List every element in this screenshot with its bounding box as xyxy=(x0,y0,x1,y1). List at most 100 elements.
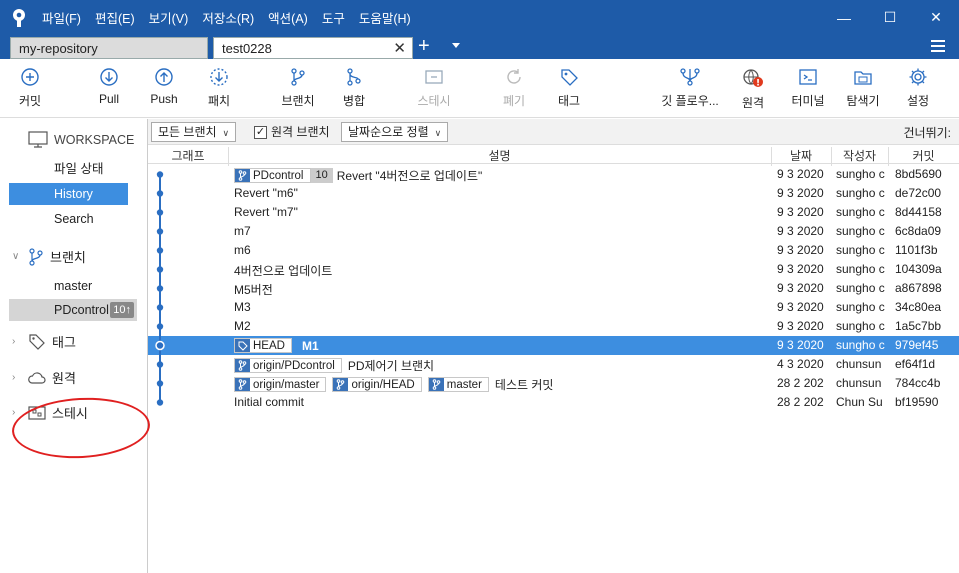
column-header-date[interactable]: 날짜 xyxy=(771,147,831,164)
sort-order-dropdown[interactable]: 날짜순으로 정렬 ∨ xyxy=(341,122,449,142)
menu-view[interactable]: 보기(V) xyxy=(149,8,189,27)
sidebar-item-history[interactable]: History xyxy=(9,183,128,205)
remote-button[interactable]: ! 원격 xyxy=(723,67,783,111)
stashes-label: 스테시 xyxy=(52,406,88,421)
branch-ref-badge[interactable]: master xyxy=(427,377,489,392)
tag-icon xyxy=(561,69,578,86)
terminal-button[interactable]: 터미널 xyxy=(778,67,838,109)
commit-list-header: 그래프 설명 날짜 작성자 커밋 xyxy=(148,145,959,166)
tag-icon xyxy=(29,333,45,350)
commit-row[interactable]: M2 9 3 2020 sungho c 1a5c7bb xyxy=(148,317,959,336)
menu-file[interactable]: 파일(F) xyxy=(42,8,81,27)
commit-row[interactable]: Revert "m7" 9 3 2020 sungho c 8d44158 xyxy=(148,203,959,222)
commit-row[interactable]: M3 9 3 2020 sungho c 34c80ea xyxy=(148,298,959,317)
column-header-graph[interactable]: 그래프 xyxy=(148,147,228,164)
sidebar-branch-pdcontrol[interactable]: PDcontrol 10↑ xyxy=(9,299,137,321)
menu-repository[interactable]: 저장소(R) xyxy=(202,8,254,27)
folder-explorer-icon xyxy=(854,71,872,85)
pull-button[interactable]: Pull xyxy=(79,67,139,106)
stash-button[interactable]: 스테시 xyxy=(404,67,464,109)
tab-bar: my-repository test0228 ✕ + xyxy=(0,35,959,59)
commit-date: 9 3 2020 xyxy=(777,319,824,333)
commit-row[interactable]: 4버전으로 업데이트 9 3 2020 sungho c 104309a xyxy=(148,260,959,279)
branch-icon xyxy=(333,378,349,391)
sidebar-group-branches[interactable]: ∨ 브랜치 xyxy=(12,247,86,266)
settings-button[interactable]: 설정 xyxy=(888,67,948,109)
column-header-description[interactable]: 설명 xyxy=(228,147,771,164)
sidebar-group-remotes[interactable]: › 원격 xyxy=(12,368,76,387)
explorer-button[interactable]: 탐색기 xyxy=(833,67,893,109)
new-tab-plus-icon[interactable]: + xyxy=(418,35,430,57)
maximize-button[interactable]: ☐ xyxy=(867,0,913,35)
remote-branches-checkbox[interactable]: ✓ 원격 브랜치 xyxy=(254,122,330,142)
commit-row[interactable]: m6 9 3 2020 sungho c 1101f3b xyxy=(148,241,959,260)
commit-hash: 979ef45 xyxy=(895,338,939,352)
column-header-author[interactable]: 작성자 xyxy=(831,147,888,164)
tag-button[interactable]: 태그 xyxy=(539,67,599,109)
commit-description: origin/PDcontrol PD제어기 브랜치 xyxy=(234,357,434,374)
minimize-button[interactable]: — xyxy=(821,0,867,35)
fetch-button[interactable]: 패치 xyxy=(189,67,249,109)
remotes-label: 원격 xyxy=(52,371,76,386)
commit-author: sungho c xyxy=(836,338,885,352)
sourcetree-logo-icon xyxy=(10,8,28,28)
tags-label: 태그 xyxy=(52,335,76,350)
commit-message: Initial commit xyxy=(234,395,305,409)
push-button[interactable]: Push xyxy=(134,67,194,106)
commit-hash: 104309a xyxy=(895,262,942,276)
close-tab-icon[interactable]: ✕ xyxy=(393,39,406,57)
git-flow-button[interactable]: 깃 플로우... xyxy=(660,67,720,109)
branch-ref-badge[interactable]: origin/master xyxy=(234,377,327,392)
commit-row[interactable]: origin/master origin/HEAD master 테스트 커밋 28 2… xyxy=(148,374,959,393)
commit-row[interactable]: HEAD M1 9 3 2020 sungho c 979ef45 xyxy=(148,336,959,355)
menu-help[interactable]: 도움말(H) xyxy=(359,8,411,27)
branch-ref-badge[interactable]: origin/PDcontrol xyxy=(234,358,342,373)
commit-description: Revert "m6" xyxy=(234,186,298,200)
branch-label: 브랜치 xyxy=(281,94,315,108)
branch-ref-badge[interactable]: origin/HEAD xyxy=(332,377,422,392)
discard-refresh-icon xyxy=(507,69,521,84)
fetch-label: 패치 xyxy=(207,94,231,108)
commit-message: PD제어기 브랜치 xyxy=(347,359,435,373)
sidebar-branch-master[interactable]: master xyxy=(9,275,137,297)
menu-edit[interactable]: 편집(E) xyxy=(95,8,135,27)
branch-button[interactable]: 브랜치 xyxy=(268,67,328,109)
commit-button[interactable]: 커밋 xyxy=(0,67,60,109)
column-header-commit[interactable]: 커밋 xyxy=(888,147,959,164)
tab-my-repository[interactable]: my-repository xyxy=(10,37,208,59)
commit-date: 9 3 2020 xyxy=(777,300,824,314)
commit-description: origin/master origin/HEAD master 테스트 커밋 xyxy=(234,376,553,393)
commit-description: m6 xyxy=(234,243,251,257)
menu-tools[interactable]: 도구 xyxy=(322,8,345,27)
hamburger-menu-icon[interactable] xyxy=(931,40,945,55)
tag-label: 태그 xyxy=(557,94,581,108)
tab-list-chevron-down-icon[interactable] xyxy=(452,43,460,48)
toolbar: 커밋 Pull Push 패치 브랜치 병합 스테시 폐기 태그 깃 플로우..… xyxy=(0,59,959,118)
commit-author: sungho c xyxy=(836,205,885,219)
discard-button[interactable]: 폐기 xyxy=(484,67,544,109)
tag-ref-badge[interactable]: HEAD xyxy=(234,338,292,353)
sidebar-item-search[interactable]: Search xyxy=(0,208,148,230)
commit-hash: 8d44158 xyxy=(895,205,942,219)
commit-row[interactable]: Revert "m6" 9 3 2020 sungho c de72c00 xyxy=(148,184,959,203)
sidebar-group-stashes[interactable]: › 스테시 xyxy=(12,403,88,422)
sidebar-group-tags[interactable]: › 태그 xyxy=(12,332,76,351)
commit-row[interactable]: Initial commit 28 2 202 Chun Su bf19590 xyxy=(148,393,959,412)
discard-label: 폐기 xyxy=(502,94,526,108)
commit-row[interactable]: origin/PDcontrol PD제어기 브랜치 4 3 2020 chunsun… xyxy=(148,355,959,374)
ref-name: master xyxy=(446,378,482,391)
workspace-label: WORKSPACE xyxy=(54,132,135,147)
commit-author: sungho c xyxy=(836,262,885,276)
menu-actions[interactable]: 액션(A) xyxy=(268,8,308,27)
commit-row[interactable]: M5버전 9 3 2020 sungho c a867898 xyxy=(148,279,959,298)
commit-row[interactable]: m7 9 3 2020 sungho c 6c8da09 xyxy=(148,222,959,241)
branch-ref-badge[interactable]: PDcontrol xyxy=(234,168,311,183)
ref-name: origin/PDcontrol xyxy=(253,359,335,372)
commit-row[interactable]: PDcontrol 10 Revert "4버전으로 업데이트" 9 3 2020 su… xyxy=(148,165,959,184)
commit-description: HEAD M1 xyxy=(234,338,319,353)
tab-test0228[interactable]: test0228 ✕ xyxy=(213,37,413,59)
sidebar-item-file-status[interactable]: 파일 상태 xyxy=(0,158,148,180)
close-window-button[interactable]: ✕ xyxy=(913,0,959,35)
merge-button[interactable]: 병합 xyxy=(324,67,384,109)
branch-filter-dropdown[interactable]: 모든 브랜치 ∨ xyxy=(151,122,237,142)
